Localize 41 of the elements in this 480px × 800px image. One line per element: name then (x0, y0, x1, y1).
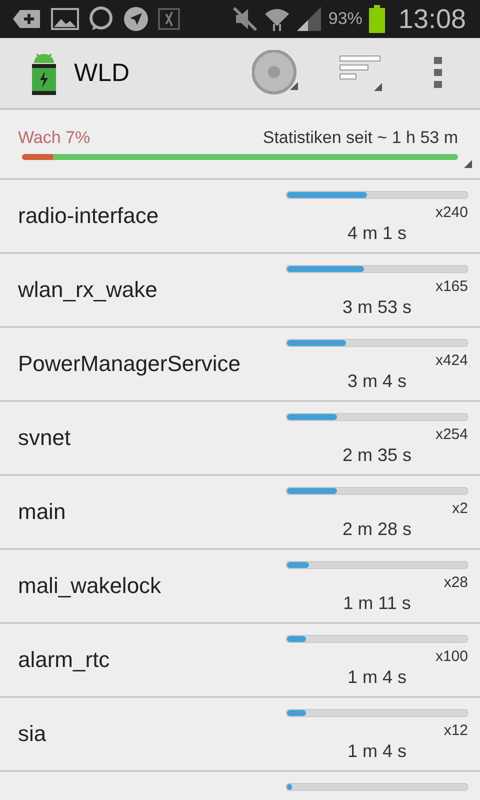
statistics-duration: Statistiken seit ~ 1 h 53 m (262, 128, 458, 148)
wifi-icon (264, 6, 290, 32)
wakelock-name[interactable]: alarm_rtc (18, 646, 276, 674)
wakelock-duration: 3 m 4 s (347, 371, 407, 392)
wakelock-count: x424 (435, 352, 468, 369)
mute-icon (232, 6, 258, 32)
wakelock-name[interactable]: main (18, 498, 276, 526)
battery-icon (368, 5, 386, 33)
wakelock-count: x254 (435, 426, 468, 443)
app-title: WLD (74, 58, 130, 88)
battery-percentage: 93% (328, 9, 362, 29)
wakelock-count: x12 (444, 722, 468, 739)
wakelock-count: x240 (435, 204, 468, 221)
navigation-icon (123, 6, 149, 32)
wakelock-duration: 3 m 53 s (342, 297, 412, 318)
clock: 13:08 (398, 4, 466, 34)
wakelock-duration: 1 m 11 s (343, 593, 411, 614)
image-icon (51, 8, 79, 30)
wakelock-duration: 2 m 35 s (342, 445, 412, 466)
wakelock-name[interactable]: sia (18, 720, 276, 748)
wakelock-count: x165 (435, 278, 468, 295)
wakelock-duration: 4 m 1 s (347, 223, 407, 244)
wakelock-count: x2 (452, 500, 468, 517)
wakelock-name[interactable]: wlan_rx_wake (18, 276, 276, 304)
wakelock-name[interactable]: mali_wakelock (18, 572, 276, 600)
wakelock-duration: 1 m 4 s (347, 667, 407, 688)
corner-icon (464, 160, 472, 168)
wakelock-duration: 1 m 4 s (347, 741, 407, 762)
wakelock-name[interactable]: radio-interface (18, 202, 276, 230)
wakelock-name[interactable]: svnet (18, 424, 276, 452)
signal-icon (296, 6, 322, 32)
battery-robot-icon (30, 51, 58, 95)
wakelock-count: x28 (444, 574, 468, 591)
sort-icon[interactable] (338, 53, 384, 93)
wakelock-duration: 2 m 28 s (342, 519, 412, 540)
wakelock-name[interactable]: PowerManagerService (18, 350, 276, 378)
add-icon (12, 8, 42, 30)
overflow-menu-icon[interactable] (434, 57, 442, 89)
awake-percentage: Wach 7% (18, 128, 90, 148)
chat-icon (88, 6, 114, 32)
wakelock-count: x100 (435, 648, 468, 665)
